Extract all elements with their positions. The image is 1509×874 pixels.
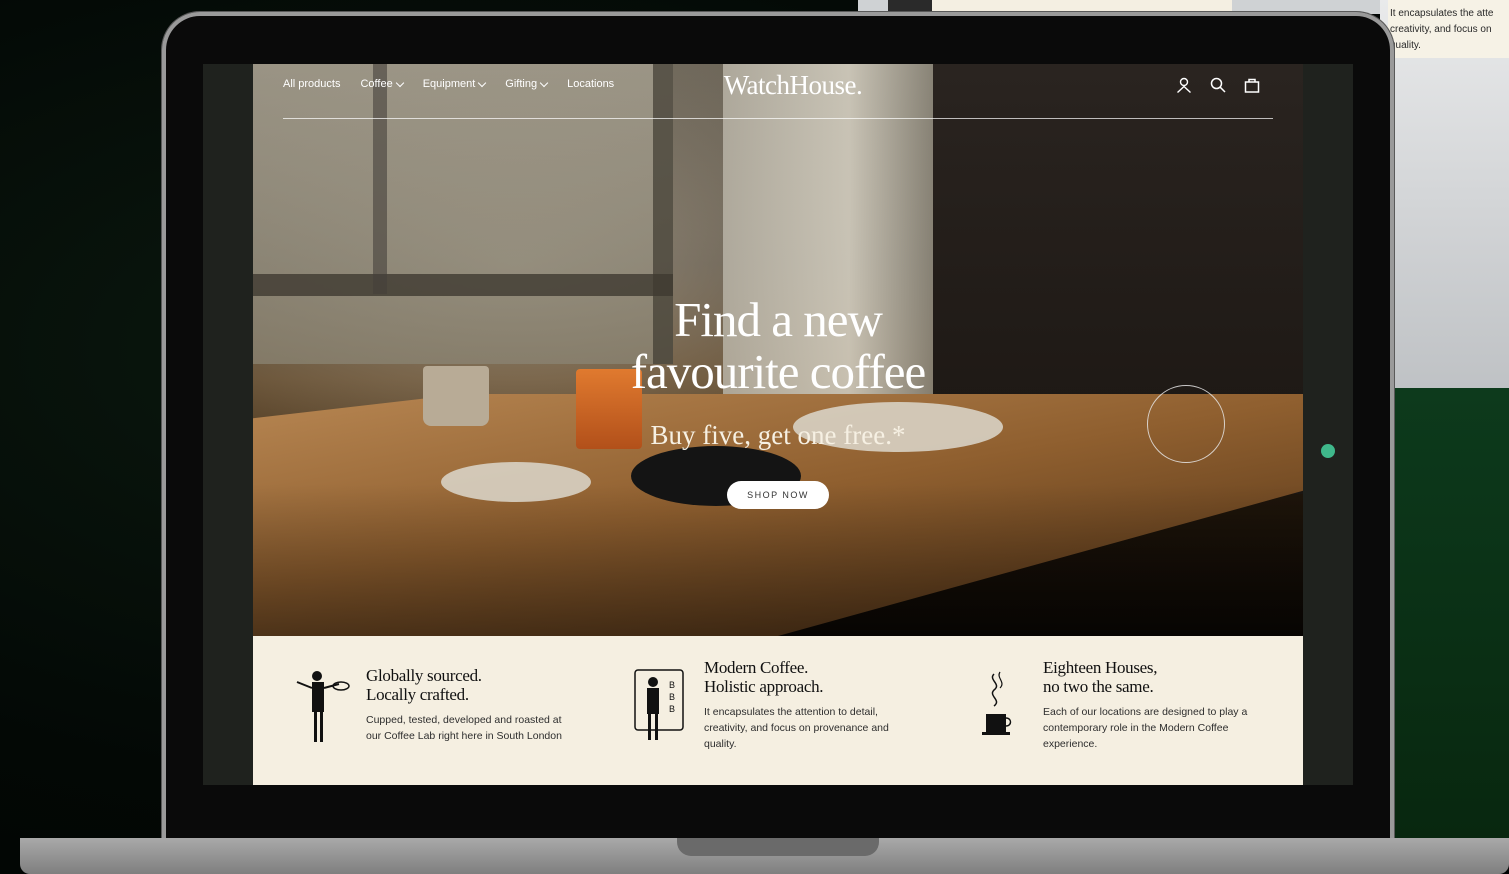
feature-desc-line: our Coffee Lab right here in South Londo…	[366, 730, 562, 742]
feature-modern-coffee: B B B Modern Coffee. Holistic approach. …	[631, 636, 931, 785]
feature-desc-line: Each of our locations are designed to pl…	[1043, 706, 1248, 718]
background-window-right	[1380, 0, 1509, 388]
background-side-note: It encapsulates the atte creativity, and…	[1388, 0, 1509, 58]
feature-title-line: Eighteen Houses,	[1043, 658, 1158, 677]
top-navigation: All products Coffee Equipment Gifting Lo…	[283, 64, 1273, 119]
feature-title-line: no two the same.	[1043, 677, 1154, 696]
hero-title-line: favourite coffee	[630, 344, 927, 399]
feature-desc-line: Cupped, tested, developed and roasted at	[366, 714, 562, 726]
feature-desc-line: experience.	[1043, 738, 1098, 750]
nav-link-label: Coffee	[360, 78, 393, 90]
hero-subtitle: Buy five, get one free.*	[650, 420, 906, 450]
feature-title: Modern Coffee. Holistic approach.	[704, 658, 824, 696]
hero-plate	[441, 462, 591, 502]
feature-description: Cupped, tested, developed and roasted at…	[366, 712, 562, 744]
nav-link-label: All products	[283, 78, 341, 90]
feature-desc-line: It encapsulates the attention to detail,	[704, 706, 878, 718]
nav-coffee[interactable]: Coffee	[360, 78, 404, 90]
hero-title: Find a new favourite coffee	[553, 294, 1003, 398]
background-green-panel	[1392, 388, 1509, 838]
feature-globally-sourced: Globally sourced. Locally crafted. Cuppe…	[293, 636, 593, 785]
hero-cup	[423, 366, 489, 426]
feature-title-line: Locally crafted.	[366, 685, 469, 704]
feature-desc-line: quality.	[704, 738, 737, 750]
nav-gifting[interactable]: Gifting	[505, 78, 549, 90]
account-icon[interactable]	[1175, 76, 1193, 94]
side-note-line: quality.	[1390, 40, 1421, 51]
svg-text:B: B	[669, 704, 675, 714]
nav-link-label: Gifting	[505, 78, 538, 90]
hero-title-line: Find a new	[674, 292, 883, 347]
feature-title: Globally sourced. Locally crafted.	[366, 666, 482, 704]
side-note-line: It encapsulates the atte	[1390, 8, 1494, 19]
website: All products Coffee Equipment Gifting Lo…	[253, 64, 1303, 785]
features-strip: Globally sourced. Locally crafted. Cuppe…	[253, 636, 1303, 785]
feature-desc-line: creativity, and focus on provenance and	[704, 722, 889, 734]
coffee-machine-illustration-icon: B B B	[634, 669, 684, 740]
waiter-illustration-icon	[296, 671, 350, 742]
hero-window-frame	[253, 274, 673, 296]
feature-description: It encapsulates the attention to detail,…	[704, 704, 889, 752]
nav-link-label: Locations	[567, 78, 615, 90]
chevron-down-icon	[395, 78, 404, 87]
nav-links: All products Coffee Equipment Gifting Lo…	[283, 78, 634, 90]
status-dot	[1321, 444, 1335, 458]
feature-desc-line: contemporary role in the Modern Coffee	[1043, 722, 1229, 734]
svg-text:B: B	[669, 680, 675, 690]
steaming-cup-illustration-icon	[982, 671, 1012, 735]
feature-title: Eighteen Houses, no two the same.	[1043, 658, 1157, 696]
nav-all-products[interactable]: All products	[283, 78, 340, 90]
bag-icon[interactable]	[1243, 76, 1261, 94]
feature-title-line: Globally sourced.	[366, 666, 482, 685]
feature-title-line: Holistic approach.	[704, 677, 824, 696]
feature-title-line: Modern Coffee.	[704, 658, 809, 677]
cursor-ring	[1147, 385, 1225, 463]
nav-icons	[1175, 76, 1261, 94]
feature-description: Each of our locations are designed to pl…	[1043, 704, 1247, 752]
search-icon[interactable]	[1209, 76, 1227, 94]
svg-text:B: B	[669, 692, 675, 702]
nav-link-label: Equipment	[422, 78, 476, 90]
nav-locations[interactable]: Locations	[567, 78, 614, 90]
nav-equipment[interactable]: Equipment	[422, 78, 487, 90]
laptop-notch	[677, 838, 879, 856]
laptop-screen: All products Coffee Equipment Gifting Lo…	[203, 64, 1353, 785]
side-note-line: creativity, and focus on	[1390, 24, 1492, 35]
chevron-down-icon	[478, 78, 487, 87]
feature-eighteen-houses: Eighteen Houses, no two the same. Each o…	[970, 636, 1290, 785]
chevron-down-icon	[539, 78, 549, 87]
site-logo[interactable]: WatchHouse.	[698, 70, 888, 101]
shop-now-button[interactable]: SHOP NOW	[727, 481, 829, 509]
